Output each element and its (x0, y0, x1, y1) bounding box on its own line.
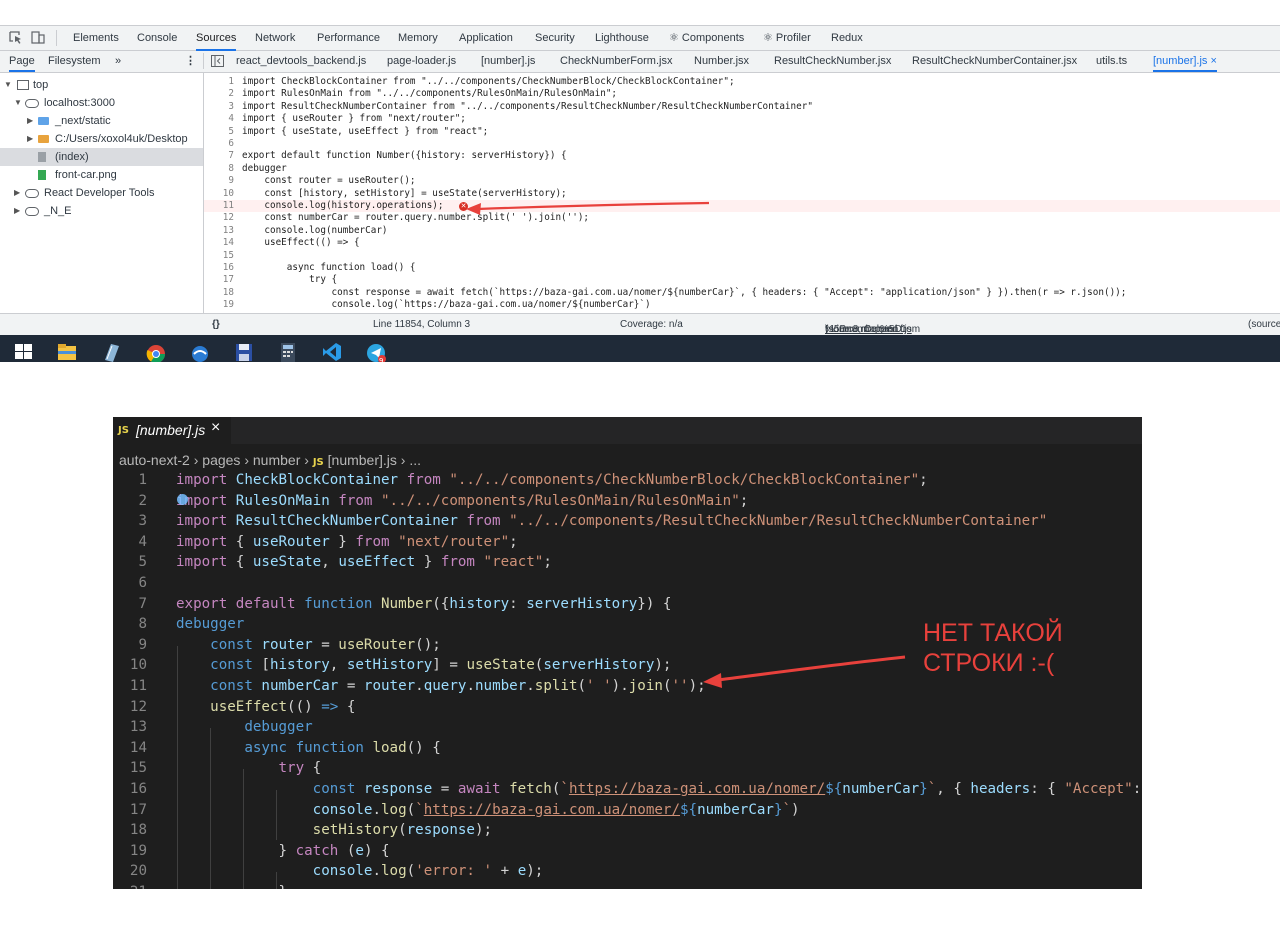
vscode-arrow-annotation (703, 655, 906, 688)
